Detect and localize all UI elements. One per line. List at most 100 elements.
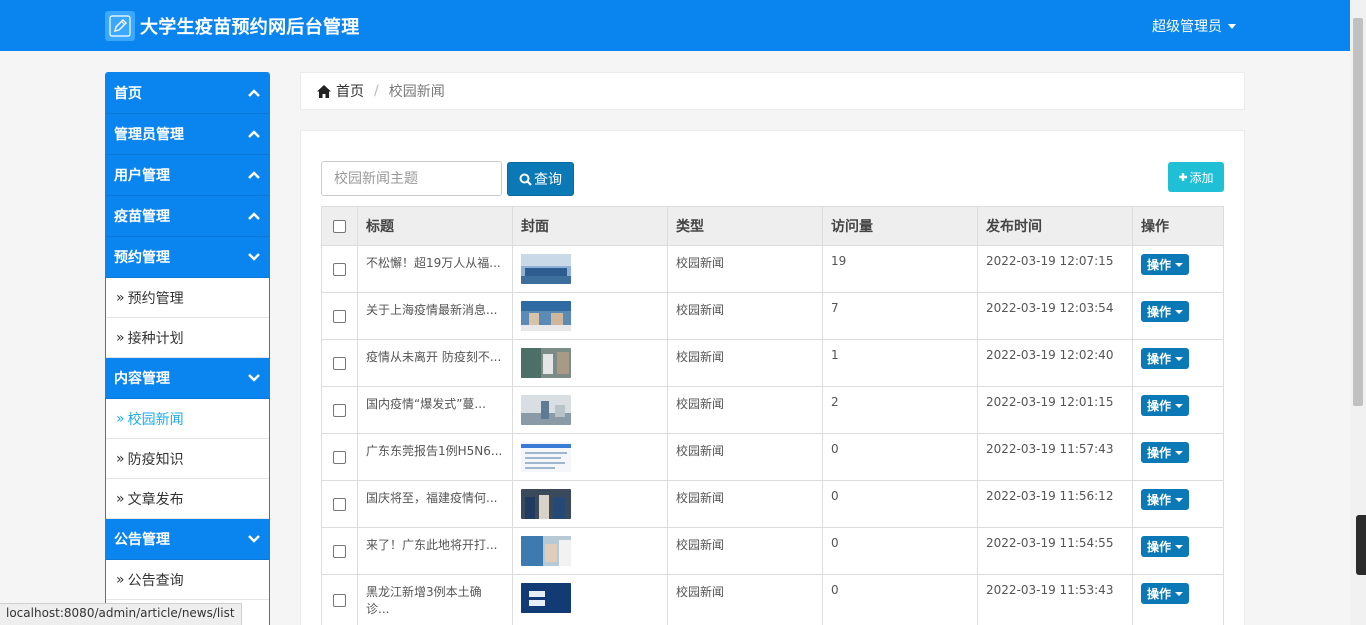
row-action-dropdown[interactable]: 操作 (1141, 536, 1190, 557)
row-title[interactable]: 不松懈！超19万人从福... (357, 245, 513, 293)
action-label: 操作 (1147, 305, 1172, 319)
row-title[interactable]: 疫情从未离开 防疫刻不... (357, 339, 513, 387)
double-chevron-icon: » (116, 571, 125, 588)
row-select-cell (321, 527, 358, 575)
column-actions: 操作 (1132, 206, 1224, 246)
user-dropdown[interactable]: 超级管理员 (1152, 16, 1236, 36)
breadcrumb-home[interactable]: 首页 (316, 81, 364, 101)
sidebar-section-label: 公告管理 (114, 532, 170, 548)
add-button[interactable]: 添加 (1168, 162, 1224, 192)
sidebar-item-vaccination-plan[interactable]: » 接种计划 (106, 318, 269, 358)
news-list-panel: 查询 添加 标题 封面 类型 访问量 发布时间 操作 不松懈！超19万人从福..… (300, 130, 1245, 625)
row-cover (512, 574, 668, 625)
row-actions: 操作 (1132, 574, 1224, 625)
chevron-up-icon (247, 86, 261, 100)
caret-down-icon (1175, 591, 1184, 596)
row-action-dropdown[interactable]: 操作 (1141, 254, 1190, 275)
row-action-dropdown[interactable]: 操作 (1141, 395, 1190, 416)
row-title[interactable]: 广东东莞报告1例H5N6... (357, 433, 513, 481)
action-label: 操作 (1147, 587, 1172, 601)
scrollbar-thumb[interactable] (1353, 18, 1363, 406)
row-cover (512, 292, 668, 340)
chevron-up-icon (247, 127, 261, 141)
row-action-dropdown[interactable]: 操作 (1141, 301, 1190, 322)
sidebar-section-home[interactable]: 首页 (106, 73, 269, 114)
sidebar-section-admin[interactable]: 管理员管理 (106, 114, 269, 155)
row-checkbox[interactable] (333, 310, 346, 323)
table-row: 疫情从未离开 防疫刻不... 校园新闻 1 2022-03-19 12:02:4… (321, 339, 1224, 387)
row-checkbox[interactable] (333, 594, 346, 607)
cover-thumbnail (521, 301, 571, 331)
action-label: 操作 (1147, 540, 1172, 554)
app-title: 大学生疫苗预约网后台管理 (140, 17, 360, 38)
sidebar-section-vaccines[interactable]: 疫苗管理 (106, 196, 269, 237)
search-button[interactable]: 查询 (507, 162, 574, 196)
chevron-up-icon (247, 209, 261, 223)
chevron-down-icon (247, 371, 261, 385)
row-title[interactable]: 国内疫情“爆发式”蔓... (357, 386, 513, 434)
row-checkbox[interactable] (333, 357, 346, 370)
double-chevron-icon: » (116, 450, 125, 467)
row-action-dropdown[interactable]: 操作 (1141, 489, 1190, 510)
row-time: 2022-03-19 11:54:55 (977, 527, 1133, 575)
row-select-cell (321, 386, 358, 434)
table-row: 不松懈！超19万人从福... 校园新闻 19 2022-03-19 12:07:… (321, 245, 1224, 293)
sidebar-item-notice-query[interactable]: » 公告查询 (106, 560, 269, 600)
row-action-dropdown[interactable]: 操作 (1141, 442, 1190, 463)
cover-thumbnail (521, 348, 571, 378)
home-icon (317, 84, 331, 98)
row-checkbox[interactable] (333, 263, 346, 276)
caret-down-icon (1175, 450, 1184, 455)
sidebar-section-label: 预约管理 (114, 250, 170, 266)
row-checkbox[interactable] (333, 545, 346, 558)
side-widget-tab[interactable] (1356, 515, 1366, 575)
row-title[interactable]: 来了！广东此地将开打... (357, 527, 513, 575)
sidebar-section-users[interactable]: 用户管理 (106, 155, 269, 196)
row-select-cell (321, 339, 358, 387)
top-navbar: 大学生疫苗预约网后台管理 超级管理员 (0, 0, 1350, 51)
caret-down-icon (1175, 309, 1184, 314)
row-type: 校园新闻 (667, 386, 823, 434)
sidebar-item-publish-article[interactable]: » 文章发布 (106, 479, 269, 519)
row-checkbox[interactable] (333, 451, 346, 464)
sidebar-section-content[interactable]: 内容管理 (106, 358, 269, 399)
row-cover (512, 386, 668, 434)
row-type: 校园新闻 (667, 574, 823, 625)
row-action-dropdown[interactable]: 操作 (1141, 348, 1190, 369)
row-select-cell (321, 574, 358, 625)
sidebar-item-prevention-knowledge[interactable]: » 防疫知识 (106, 439, 269, 479)
cover-thumbnail (521, 254, 571, 284)
row-checkbox[interactable] (333, 404, 346, 417)
breadcrumb-home-label: 首页 (336, 84, 364, 100)
sidebar-item-label: 公告查询 (127, 572, 184, 589)
row-title[interactable]: 关于上海疫情最新消息... (357, 292, 513, 340)
action-label: 操作 (1147, 399, 1172, 413)
column-cover: 封面 (512, 206, 668, 246)
row-title[interactable]: 黑龙江新增3例本土确诊... (357, 574, 513, 625)
row-action-dropdown[interactable]: 操作 (1141, 583, 1190, 604)
sidebar-item-campus-news[interactable]: » 校园新闻 (106, 399, 269, 439)
table-row: 国庆将至，福建疫情何... 校园新闻 0 2022-03-19 11:56:12… (321, 480, 1224, 528)
caret-down-icon (1175, 403, 1184, 408)
select-all-checkbox[interactable] (333, 219, 346, 233)
row-time: 2022-03-19 11:56:12 (977, 480, 1133, 528)
sidebar-section-appointments[interactable]: 预约管理 (106, 237, 269, 278)
sidebar-item-appointments[interactable]: » 预约管理 (106, 278, 269, 318)
row-actions: 操作 (1132, 480, 1224, 528)
sidebar-section-label: 管理员管理 (114, 127, 184, 143)
caret-down-icon (1175, 544, 1184, 549)
sidebar-item-label: 防疫知识 (127, 451, 184, 468)
sidebar-section-label: 内容管理 (114, 371, 170, 387)
row-checkbox[interactable] (333, 498, 346, 511)
row-select-cell (321, 433, 358, 481)
row-title[interactable]: 国庆将至，福建疫情何... (357, 480, 513, 528)
breadcrumb: 首页 / 校园新闻 (300, 72, 1245, 110)
sidebar-section-notices[interactable]: 公告管理 (106, 519, 269, 560)
user-name: 超级管理员 (1152, 19, 1222, 35)
row-views: 1 (822, 339, 978, 387)
search-button-label: 查询 (534, 172, 562, 188)
table-header-row: 标题 封面 类型 访问量 发布时间 操作 (321, 206, 1224, 246)
brand[interactable]: 大学生疫苗预约网后台管理 (105, 11, 360, 41)
row-views: 2 (822, 386, 978, 434)
search-input[interactable] (321, 161, 502, 196)
